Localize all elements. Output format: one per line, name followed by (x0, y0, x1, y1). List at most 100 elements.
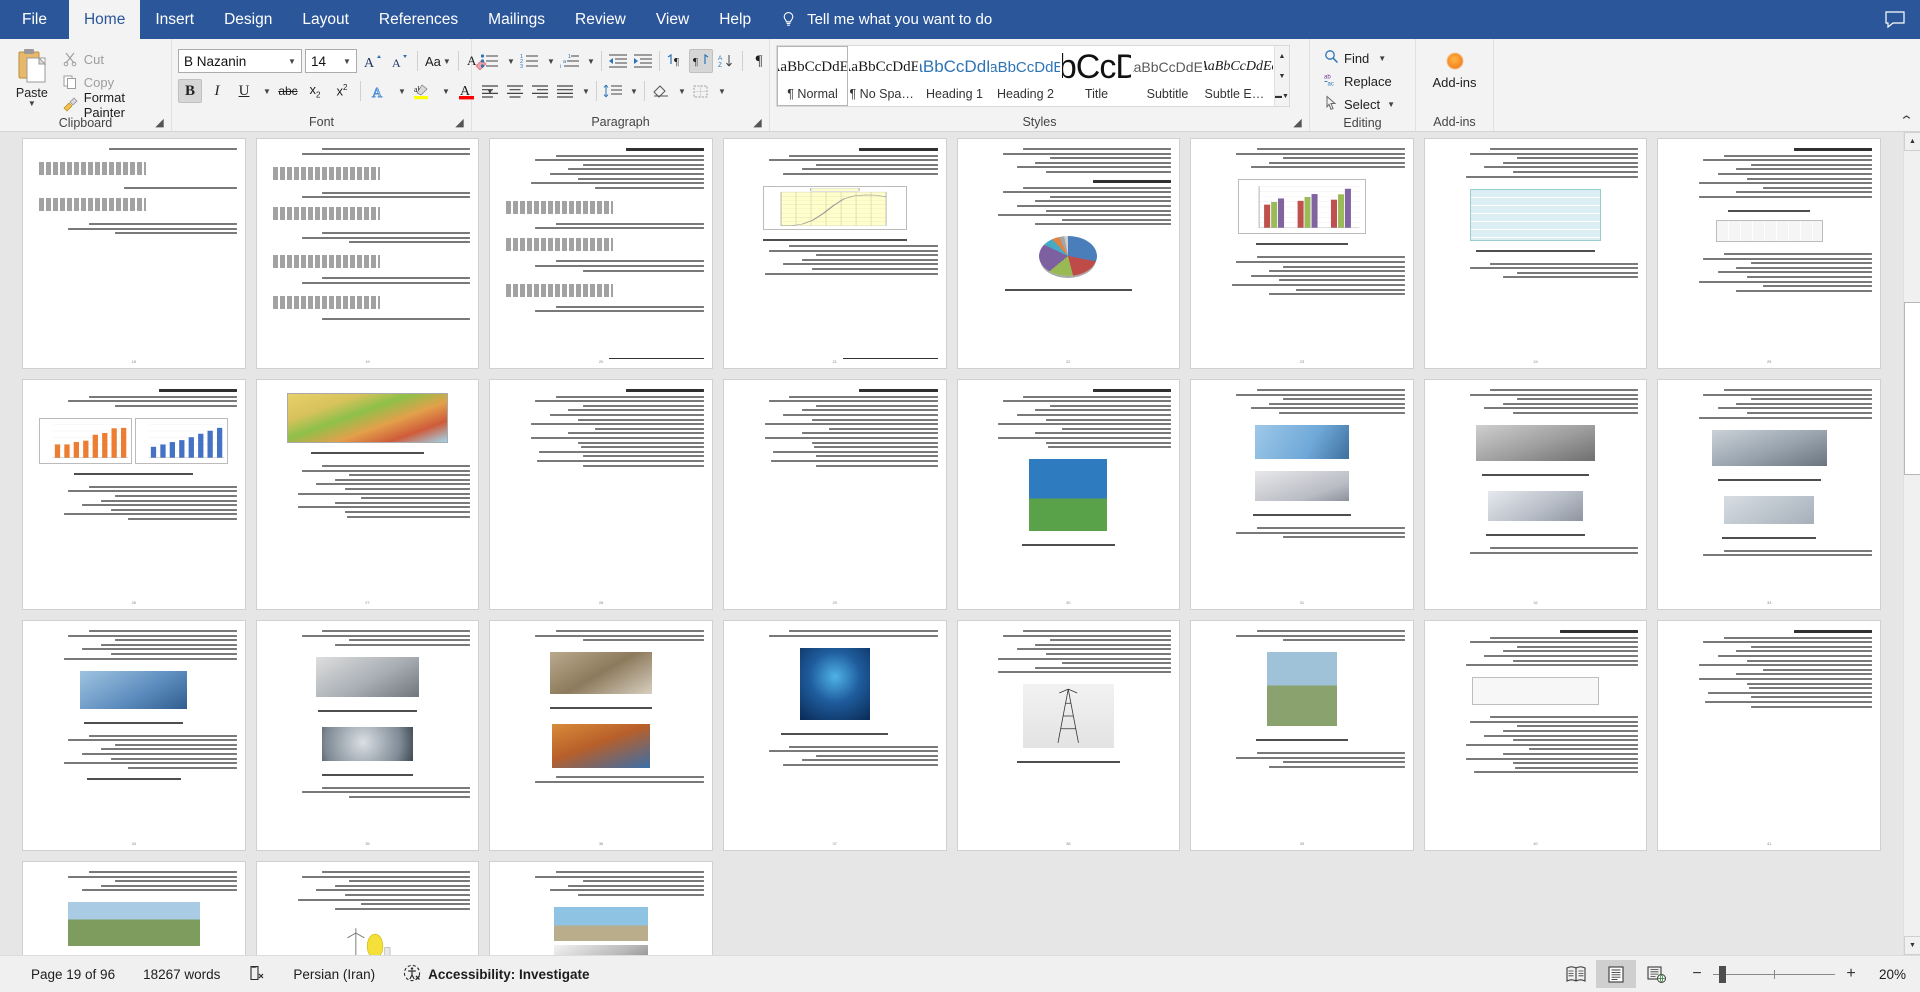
page-thumbnail[interactable]: 28 (490, 380, 712, 609)
read-mode-button[interactable] (1556, 960, 1596, 988)
page-thumbnail[interactable]: 40 (1424, 621, 1647, 850)
superscript-button[interactable]: x2 (330, 79, 354, 103)
tell-me-box[interactable]: Tell me what you want to do (766, 0, 992, 39)
page-thumbnail[interactable]: 18 (23, 139, 245, 368)
grow-font-button[interactable]: A (360, 49, 384, 73)
increase-indent-button[interactable] (631, 49, 655, 73)
accessibility-checker-button[interactable]: Accessibility: Investigate (389, 964, 603, 985)
page-thumbnail[interactable]: 42 (23, 862, 245, 955)
print-layout-button[interactable] (1596, 960, 1636, 988)
style-subtitle[interactable]: AaBbCcDdEe Subtitle (1132, 46, 1203, 106)
borders-button[interactable] (689, 79, 713, 103)
styles-dialog-launcher[interactable]: ◢ (1292, 118, 1303, 129)
change-case-chevron-down-icon[interactable]: ▼ (443, 57, 451, 66)
decrease-indent-button[interactable] (606, 49, 630, 73)
style-heading-1[interactable]: AaBbCcDdEe Heading 1 (919, 46, 990, 106)
style-title[interactable]: AaBbCcDdEe Title (1061, 46, 1132, 106)
text-effects-chevron-down-icon[interactable]: ▼ (394, 79, 408, 103)
styles-more-icon[interactable]: ▬ ▼ (1275, 86, 1289, 106)
style-subtle-emphasis[interactable]: AaBbCcDdEe Subtle Em... (1203, 46, 1274, 106)
find-button[interactable]: Find ▼ (1320, 47, 1399, 69)
tab-file[interactable]: File (0, 0, 69, 39)
page-thumbnail[interactable]: 23 (1191, 139, 1413, 368)
styles-scroll-buttons[interactable]: ▲ ▼ ▬ ▼ (1274, 46, 1289, 106)
find-chevron-down-icon[interactable]: ▼ (1378, 54, 1386, 63)
tab-design[interactable]: Design (209, 0, 287, 39)
styles-scroll-up-icon[interactable]: ▲ (1275, 46, 1289, 66)
ltr-text-direction-button[interactable]: ¶ (664, 49, 688, 73)
zoom-in-button[interactable]: + (1844, 965, 1858, 983)
paragraph-dialog-launcher[interactable]: ◢ (752, 118, 763, 129)
font-name-combo[interactable]: B Nazanin ▼ (178, 49, 302, 73)
cut-button[interactable]: Cut (58, 49, 165, 69)
addins-button[interactable]: Add-ins (1422, 45, 1487, 90)
clipboard-dialog-launcher[interactable]: ◢ (154, 118, 165, 129)
italic-button[interactable]: I (205, 79, 229, 103)
strikethrough-button[interactable]: abc (276, 79, 300, 103)
page-thumbnail[interactable]: 24 (1424, 139, 1647, 368)
numbering-chevron-down-icon[interactable]: ▼ (543, 49, 557, 73)
copy-button[interactable]: Copy (58, 72, 165, 92)
scroll-down-icon[interactable]: ▼ (1904, 936, 1920, 955)
subscript-button[interactable]: x2 (303, 79, 327, 103)
multilevel-chevron-down-icon[interactable]: ▼ (583, 49, 597, 73)
select-button[interactable]: Select ▼ (1320, 93, 1399, 115)
font-size-combo[interactable]: 14 ▼ (305, 49, 357, 73)
tab-review[interactable]: Review (560, 0, 641, 39)
tab-mailings[interactable]: Mailings (473, 0, 560, 39)
numbering-button[interactable]: 123 (518, 49, 542, 73)
page-thumbnail[interactable]: 43 (256, 862, 479, 955)
page-thumbnail[interactable]: 27 (256, 380, 479, 609)
collapse-ribbon-icon[interactable]: ⌃ (1899, 113, 1914, 129)
underline-button[interactable]: U (232, 79, 256, 103)
page-thumbnail[interactable]: 32 (1424, 380, 1647, 609)
highlight-chevron-down-icon[interactable]: ▼ (438, 79, 452, 103)
bold-button[interactable]: B (178, 79, 202, 103)
align-right-button[interactable] (528, 79, 552, 103)
tab-layout[interactable]: Layout (287, 0, 364, 39)
shrink-font-button[interactable]: A (387, 49, 411, 73)
sort-button[interactable]: AZ (714, 49, 738, 73)
align-center-button[interactable] (503, 79, 527, 103)
align-left-button[interactable] (478, 79, 502, 103)
paste-button[interactable]: Paste ▼ (6, 45, 58, 108)
style-no-spacing[interactable]: AaBbCcDdEe ¶ No Spac... (848, 46, 919, 106)
page-thumbnail[interactable]: 44 (490, 862, 712, 955)
page-indicator[interactable]: Page 19 of 96 (17, 967, 129, 982)
multilevel-list-button[interactable]: 1ai (558, 49, 582, 73)
page-thumbnail[interactable]: 31 (1191, 380, 1413, 609)
page-thumbnail[interactable]: 21 (723, 139, 946, 368)
styles-gallery[interactable]: AaBbCcDdEe ¶ Normal AaBbCcDdEe ¶ No Spac… (776, 45, 1290, 107)
tab-insert[interactable]: Insert (140, 0, 209, 39)
format-painter-button[interactable]: Format Painter (58, 90, 165, 120)
scroll-up-icon[interactable]: ▲ (1904, 132, 1920, 151)
scrollbar-thumb[interactable] (1904, 302, 1920, 475)
page-thumbnail[interactable]: 34 (23, 621, 245, 850)
justify-chevron-down-icon[interactable]: ▼ (578, 79, 592, 103)
page-thumbnail[interactable]: 20 (490, 139, 712, 368)
tab-view[interactable]: View (641, 0, 704, 39)
text-effects-button[interactable]: A (367, 79, 391, 103)
font-size-chevron-down-icon[interactable]: ▼ (340, 57, 354, 66)
bullets-chevron-down-icon[interactable]: ▼ (503, 49, 517, 73)
zoom-slider-thumb[interactable] (1719, 965, 1726, 983)
underline-chevron-down-icon[interactable]: ▼ (259, 79, 273, 103)
change-case-button[interactable]: Aa ▼ (424, 49, 452, 73)
page-thumbnail[interactable]: 39 (1191, 621, 1413, 850)
page-thumbnail[interactable]: 38 (957, 621, 1180, 850)
select-chevron-down-icon[interactable]: ▼ (1387, 100, 1395, 109)
style-heading-2[interactable]: AaBbCcDdEe Heading 2 (990, 46, 1061, 106)
justify-button[interactable] (553, 79, 577, 103)
page-thumbnail[interactable]: 22 (957, 139, 1180, 368)
page-thumbnail[interactable]: 30 (957, 380, 1180, 609)
font-name-chevron-down-icon[interactable]: ▼ (285, 57, 299, 66)
page-thumbnail[interactable]: 36 (490, 621, 712, 850)
borders-chevron-down-icon[interactable]: ▼ (714, 79, 728, 103)
web-layout-button[interactable] (1636, 960, 1676, 988)
word-count[interactable]: 18267 words (129, 967, 234, 982)
tab-home[interactable]: Home (68, 0, 141, 39)
line-spacing-button[interactable] (601, 79, 625, 103)
zoom-slider-track[interactable] (1713, 965, 1835, 983)
tab-references[interactable]: References (364, 0, 473, 39)
proofing-errors-button[interactable] (234, 965, 279, 984)
